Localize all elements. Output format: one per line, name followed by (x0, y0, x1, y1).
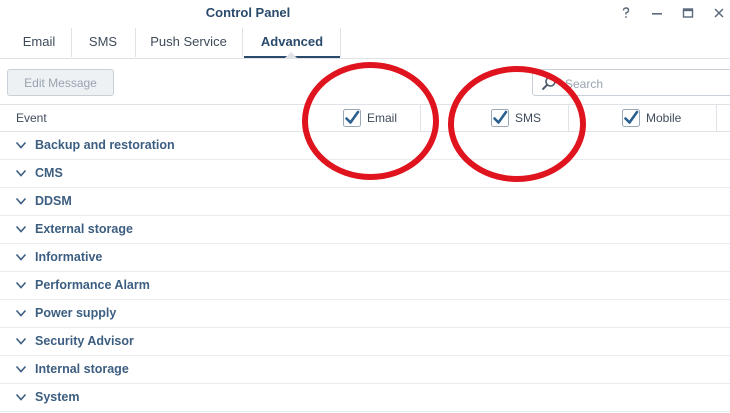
category-label: Security Advisor (35, 334, 134, 348)
checkbox-checked-icon[interactable] (491, 109, 509, 127)
window-title: Control Panel (205, 5, 291, 20)
search-input[interactable] (563, 73, 727, 94)
category-row-performance-alarm[interactable]: Performance Alarm (0, 272, 730, 300)
category-row-informative[interactable]: Informative (0, 244, 730, 272)
category-label: System (35, 390, 80, 404)
search-icon (541, 75, 557, 96)
category-row-security-advisor[interactable]: Security Advisor (0, 328, 730, 356)
search-box[interactable] (532, 69, 730, 96)
category-row-ddsm[interactable]: DDSM (0, 188, 730, 216)
category-label: Backup and restoration (35, 138, 175, 152)
active-tab-caret (285, 52, 297, 58)
chevron-down-icon[interactable] (15, 224, 27, 234)
email-column-toggle[interactable]: Email (343, 108, 397, 128)
category-label: Performance Alarm (35, 278, 150, 292)
tab-sms[interactable]: SMS (71, 28, 136, 57)
grid-header: Event Email SMS Mobile (0, 104, 730, 132)
tab-push-service[interactable]: Push Service (135, 28, 243, 57)
sms-column-label: SMS (515, 111, 542, 125)
minimize-icon[interactable] (646, 2, 668, 24)
category-row-power-supply[interactable]: Power supply (0, 300, 730, 328)
chevron-down-icon[interactable] (15, 196, 27, 206)
sms-column-toggle[interactable]: SMS (491, 108, 541, 128)
email-column-label: Email (367, 111, 398, 125)
column-divider (716, 105, 717, 132)
category-label: Internal storage (35, 362, 129, 376)
column-divider (568, 105, 569, 132)
category-label: DDSM (35, 194, 72, 208)
tab-divider (340, 28, 341, 57)
category-label: Power supply (35, 306, 117, 320)
help-icon[interactable] (615, 2, 637, 24)
mobile-column-label: Mobile (646, 111, 682, 125)
tab-bar: Email SMS Push Service Advanced (0, 28, 730, 59)
chevron-down-icon[interactable] (15, 392, 27, 402)
event-column-header: Event (16, 111, 47, 125)
category-row-external-storage[interactable]: External storage (0, 216, 730, 244)
close-icon[interactable] (708, 2, 730, 24)
category-label: Informative (35, 250, 103, 264)
event-category-list: Backup and restoration CMS DDSM External… (0, 132, 730, 412)
column-divider (420, 105, 421, 132)
chevron-down-icon[interactable] (15, 336, 27, 346)
tab-email[interactable]: Email (7, 28, 72, 57)
category-row-system[interactable]: System (0, 384, 730, 412)
category-row-cms[interactable]: CMS (0, 160, 730, 188)
chevron-down-icon[interactable] (15, 280, 27, 290)
category-label: CMS (35, 166, 63, 180)
title-bar: Control Panel (0, 0, 730, 28)
chevron-down-icon[interactable] (15, 140, 27, 150)
chevron-down-icon[interactable] (15, 308, 27, 318)
category-label: External storage (35, 222, 133, 236)
edit-message-button[interactable]: Edit Message (7, 69, 114, 96)
category-row-internal-storage[interactable]: Internal storage (0, 356, 730, 384)
checkbox-checked-icon[interactable] (622, 109, 640, 127)
chevron-down-icon[interactable] (15, 364, 27, 374)
maximize-icon[interactable] (677, 2, 699, 24)
chevron-down-icon[interactable] (15, 252, 27, 262)
mobile-column-toggle[interactable]: Mobile (622, 108, 681, 128)
chevron-down-icon[interactable] (15, 168, 27, 178)
category-row-backup-and-restoration[interactable]: Backup and restoration (0, 132, 730, 160)
checkbox-checked-icon[interactable] (343, 109, 361, 127)
